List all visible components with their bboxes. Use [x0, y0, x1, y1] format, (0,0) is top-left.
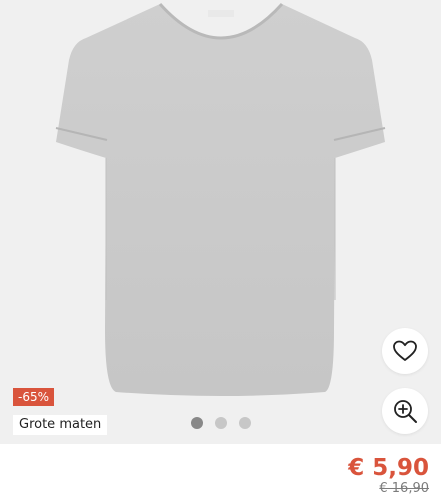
gallery-dot-3[interactable]: [239, 417, 251, 429]
gallery-pagination: [191, 417, 251, 429]
zoom-in-icon: [394, 400, 417, 423]
product-image-gallery[interactable]: -65% Grote maten: [0, 0, 441, 444]
zoom-button[interactable]: [382, 388, 428, 434]
discount-badge: -65%: [13, 388, 55, 406]
size-tag-badge: Grote maten: [13, 415, 108, 435]
wishlist-button[interactable]: [382, 328, 428, 374]
gallery-dot-1[interactable]: [191, 417, 203, 429]
heart-icon: [393, 340, 417, 361]
current-price: € 5,90: [348, 455, 429, 481]
product-image-tshirt[interactable]: [0, 0, 441, 444]
gallery-dot-2[interactable]: [215, 417, 227, 429]
price-block: € 5,90 € 16,90: [348, 455, 429, 497]
original-price: € 16,90: [379, 481, 429, 496]
